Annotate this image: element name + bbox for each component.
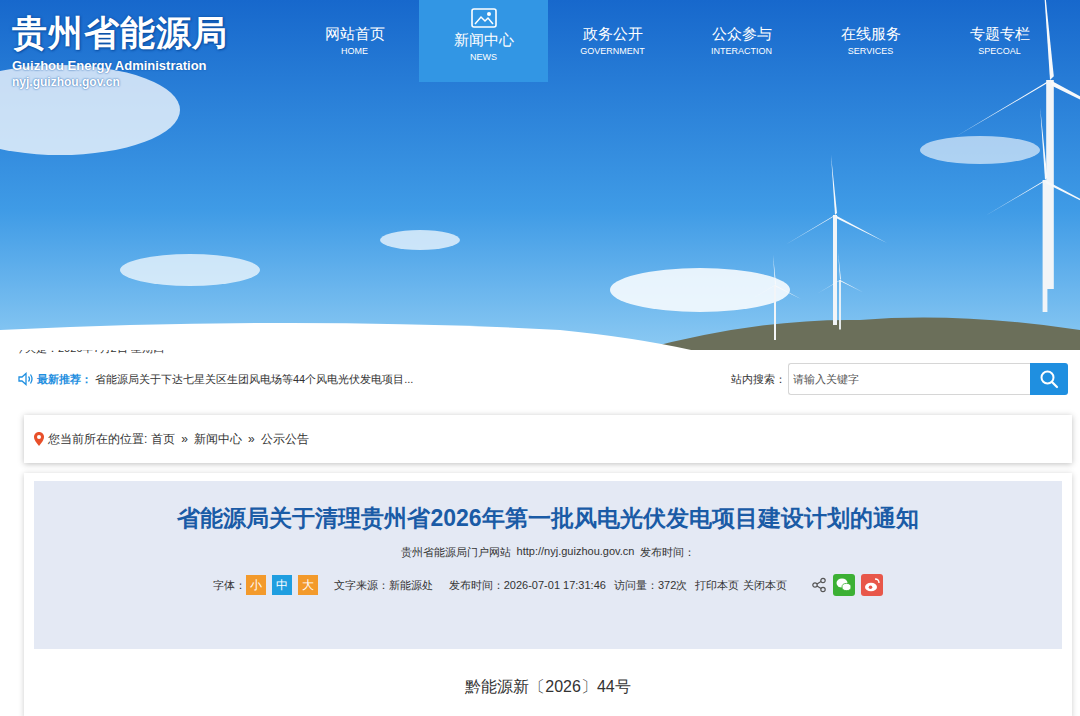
wechat-icon[interactable] (833, 574, 855, 596)
logo-url: nyj.guizhou.gov.cn (12, 74, 290, 90)
breadcrumb-item[interactable]: 首页 (151, 431, 175, 448)
breadcrumb-item[interactable]: 新闻中心 (194, 431, 242, 448)
article-info: 字体：小中大文字来源：新能源处发布时间：2026-07-01 17:31:46访… (44, 574, 1052, 596)
nav-item[interactable]: 新闻中心NEWS (419, 0, 548, 82)
document-number: 黔能源新〔2026〕44号 (34, 649, 1062, 716)
notice-row: 最新推荐：省能源局关于下达七星关区生团风电场等44个风电光伏发电项目... 站内搜… (0, 357, 1080, 395)
picture-icon (471, 8, 497, 28)
share-icon[interactable] (811, 577, 827, 593)
article-title: 省能源局关于清理贵州省2026年第一批风电光伏发电项目建设计划的通知 (44, 503, 1052, 533)
nav-item[interactable]: 政务公开GOVERNMENT (548, 0, 677, 82)
article-meta: 贵州省能源局门户网站http://nyj.guizhou.gov.cn发布时间： (44, 545, 1052, 560)
weibo-icon[interactable] (861, 574, 883, 596)
page: 贵州省能源局 Guizhou Energy Administrationnyj.g… (0, 0, 1080, 716)
article-panel: 省能源局关于清理贵州省2026年第一批风电光伏发电项目建设计划的通知贵州省能源局… (24, 473, 1072, 716)
speaker-icon (18, 372, 34, 386)
site-search: 站内搜索： (731, 363, 1068, 395)
magnifier-icon (1039, 369, 1059, 389)
breadcrumb-item[interactable]: 公示公告 (261, 431, 309, 448)
article-header: 省能源局关于清理贵州省2026年第一批风电光伏发电项目建设计划的通知贵州省能源局… (34, 481, 1062, 649)
banner: 贵州省能源局 Guizhou Energy Administrationnyj.g… (0, 0, 1080, 336)
page-action[interactable]: 打印本页 (695, 578, 739, 593)
page-action[interactable]: 关闭本页 (743, 578, 787, 593)
font-size-button[interactable]: 大 (298, 575, 318, 595)
search-button[interactable] (1030, 363, 1068, 395)
nav-item[interactable]: 在线服务SERVICES (806, 0, 935, 82)
nav-item[interactable]: 网站首页HOME (290, 0, 419, 82)
logo[interactable]: 贵州省能源局 Guizhou Energy Administrationnyj.g… (0, 0, 290, 90)
font-size-button[interactable]: 小 (246, 575, 266, 595)
location-pin-icon (34, 432, 44, 446)
main-nav: 网站首页HOME新闻中心NEWS政务公开GOVERNMENT公众参与INTERA… (290, 0, 1064, 82)
nav-item[interactable]: 专题专栏SPECOAL (935, 0, 1064, 82)
latest-news[interactable]: 最新推荐：省能源局关于下达七星关区生团风电场等44个风电光伏发电项目... (18, 372, 413, 387)
logo-title: 贵州省能源局 (12, 12, 290, 54)
logo-subtitle: Guizhou Energy Administration (12, 58, 290, 74)
font-size-button[interactable]: 中 (272, 575, 292, 595)
nav-item[interactable]: 公众参与INTERACTION (677, 0, 806, 82)
search-input[interactable] (788, 363, 1030, 395)
breadcrumb: 您当前所在的位置:首页»新闻中心»公示公告 (24, 415, 1072, 463)
header: 贵州省能源局 Guizhou Energy Administrationnyj.g… (0, 0, 1080, 90)
